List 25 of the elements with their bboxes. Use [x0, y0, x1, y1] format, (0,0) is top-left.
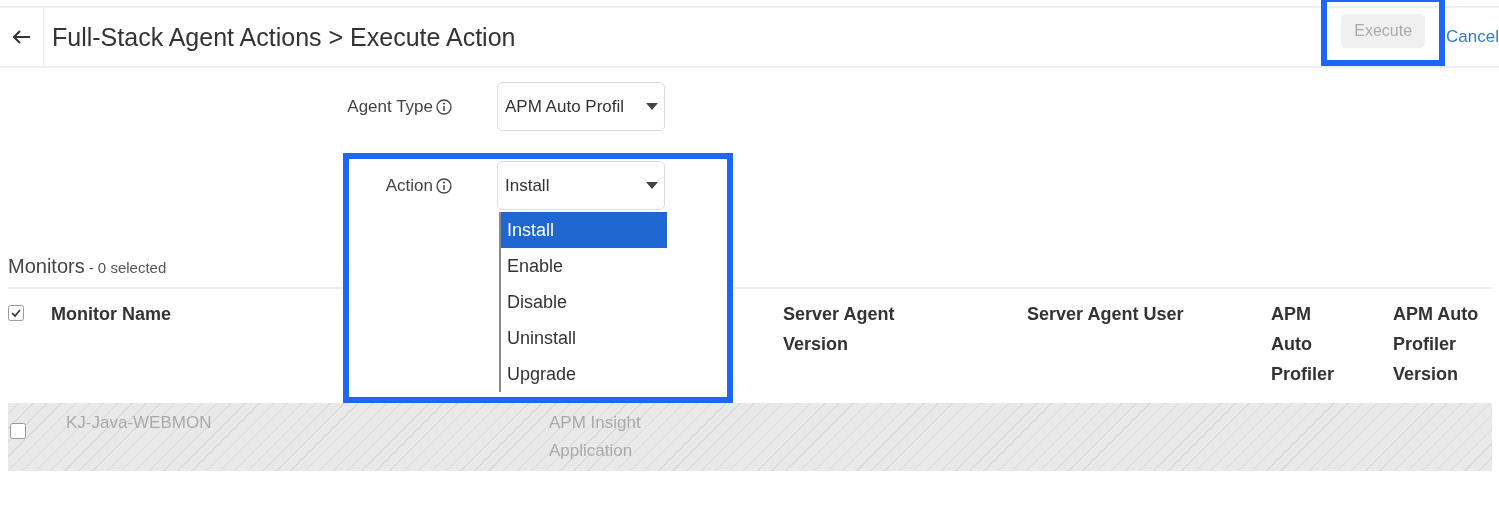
page-title: Full-Stack Agent Actions > Execute Action — [52, 22, 517, 52]
column-header: Server Agent User — [1027, 303, 1184, 326]
agent-type-dropdown[interactable]: APM Auto Profil — [497, 82, 665, 131]
dropdown-option[interactable]: Upgrade — [501, 356, 667, 392]
dropdown-option[interactable]: Install — [501, 212, 667, 248]
column-header: Monitor Name — [51, 303, 171, 326]
section-title: Monitors — [8, 255, 85, 278]
table-cell-text: KJ-Java-WEBMON — [66, 412, 212, 434]
dropdown-option[interactable]: Uninstall — [501, 320, 667, 356]
table-cell-text: APM Insight Application — [549, 412, 642, 462]
back-arrow-icon[interactable] — [12, 30, 31, 44]
checkbox[interactable] — [8, 305, 24, 321]
dropdown-option[interactable]: Disable — [501, 284, 667, 320]
dropdown-option[interactable]: Enable — [501, 248, 667, 284]
action-dropdown[interactable]: Install — [497, 161, 665, 210]
caret-icon — [646, 182, 658, 189]
column-header: Server Agent Version — [783, 303, 896, 356]
column-header: APM Auto Profiler — [1271, 303, 1336, 386]
info-icon — [436, 98, 452, 115]
caret-icon — [646, 103, 658, 110]
column-header: APM Auto Profiler Version — [1393, 303, 1480, 386]
field-label: Agent Type — [347, 96, 433, 117]
selected-count: - 0 selected — [88, 259, 167, 276]
info-icon — [436, 177, 452, 194]
field-label: Action — [385, 175, 433, 196]
